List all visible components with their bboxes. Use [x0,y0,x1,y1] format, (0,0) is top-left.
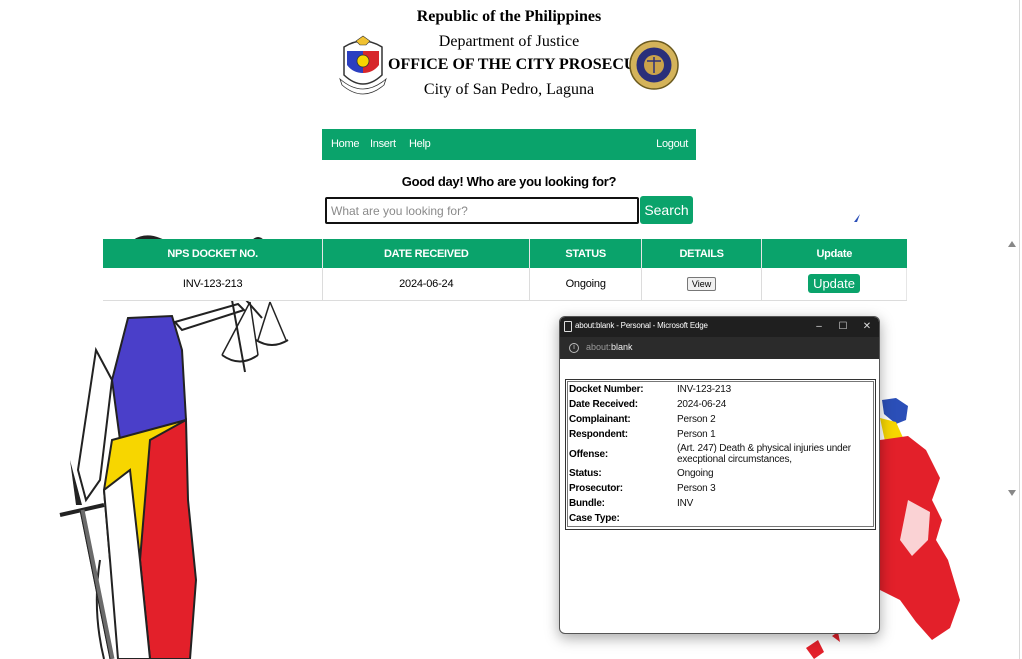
header-office: OFFICE OF THE CITY PROSECUTOR [388,56,670,73]
table-row: INV-123-213 2024-06-24 Ongoing View Upda… [103,268,907,301]
detail-label: Docket Number: [569,384,644,395]
results-table: NPS DOCKET NO. DATE RECEIVED STATUS DETA… [103,239,907,301]
detail-row: Complainant: Person 2 [568,412,873,427]
detail-value: 2024-06-24 [677,399,727,410]
info-icon[interactable]: i [569,343,579,353]
header-docket: NPS DOCKET NO. [103,239,324,268]
doj-seal-icon [629,40,679,90]
popup-titlebar[interactable]: about:blank - Personal - Microsoft Edge … [560,317,879,337]
header-date-received: DATE RECEIVED [322,239,531,268]
detail-label: Respondent: [569,429,628,440]
cell-update: Update [761,268,907,301]
popup-url[interactable]: about:blank [586,342,633,352]
minimize-icon[interactable]: – [812,320,826,334]
detail-label: Date Received: [569,399,638,410]
popup-address-bar[interactable]: i about:blank [560,337,879,359]
table-header-row: NPS DOCKET NO. DATE RECEIVED STATUS DETA… [103,239,907,268]
detail-value: INV-123-213 [677,384,731,395]
detail-value: Person 2 [677,414,716,425]
header-republic: Republic of the Philippines [416,8,602,25]
main-navbar: Home Insert Help Logout [322,129,696,160]
detail-row: Respondent: Person 1 [568,427,873,442]
close-icon[interactable]: ✕ [860,320,874,334]
scroll-down-arrow-icon[interactable] [1008,490,1016,496]
cell-details: View [641,268,763,301]
detail-label: Complainant: [569,414,631,425]
cell-date-received: 2024-06-24 [322,268,531,301]
view-button[interactable]: View [686,276,717,291]
detail-value: Person 1 [677,429,716,440]
url-host: blank [611,342,633,352]
header-department: Department of Justice [438,33,580,50]
nav-insert-link[interactable]: Insert [370,138,396,150]
detail-row: Docket Number: INV-123-213 [568,382,873,397]
case-details-table: Docket Number: INV-123-213 Date Received:… [567,381,874,527]
update-button[interactable]: Update [808,274,860,294]
cell-docket: INV-123-213 [103,268,324,301]
cell-status: Ongoing [529,268,643,301]
nav-help-link[interactable]: Help [409,138,431,150]
greeting-text: Good day! Who are you looking for? [401,174,617,189]
detail-row: Prosecutor: Person 3 [568,481,873,496]
detail-row: Status: Ongoing [568,466,873,481]
nav-logout-link[interactable]: Logout [656,138,688,150]
case-details-box: Docket Number: INV-123-213 Date Received:… [565,379,876,530]
detail-row: Bundle: INV [568,496,873,511]
detail-row: Offense: (Art. 247) Death & physical inju… [568,442,873,466]
header-details: DETAILS [641,239,763,268]
detail-value: (Art. 247) Death & physical injuries und… [677,443,851,465]
header-update: Update [761,239,907,268]
maximize-icon[interactable]: ☐ [836,320,850,334]
page-edge [1019,0,1020,659]
search-button[interactable]: Search [640,196,693,224]
detail-label: Offense: [569,448,608,460]
detail-value [676,511,873,526]
detail-label: Bundle: [569,498,605,509]
nav-home-link[interactable]: Home [331,138,359,150]
page-icon [564,321,572,332]
details-popup-window: about:blank - Personal - Microsoft Edge … [559,316,880,634]
scroll-up-arrow-icon[interactable] [1008,241,1016,247]
detail-label: Status: [569,468,602,479]
popup-window-title: about:blank - Personal - Microsoft Edge [575,321,708,330]
detail-value: INV [677,498,694,509]
detail-value: Person 3 [677,483,716,494]
page-scrollbar[interactable] [1005,235,1019,500]
header-status: STATUS [529,239,643,268]
detail-value: Ongoing [677,468,714,479]
detail-label: Prosecutor: [569,483,623,494]
detail-row: Case Type: [568,511,873,526]
site-header: Republic of the Philippines Department o… [0,0,1010,110]
detail-row: Date Received: 2024-06-24 [568,397,873,412]
search-input[interactable] [325,197,639,224]
header-city: City of San Pedro, Laguna [423,81,595,98]
detail-label: Case Type: [569,513,620,524]
url-scheme: about: [586,342,612,352]
